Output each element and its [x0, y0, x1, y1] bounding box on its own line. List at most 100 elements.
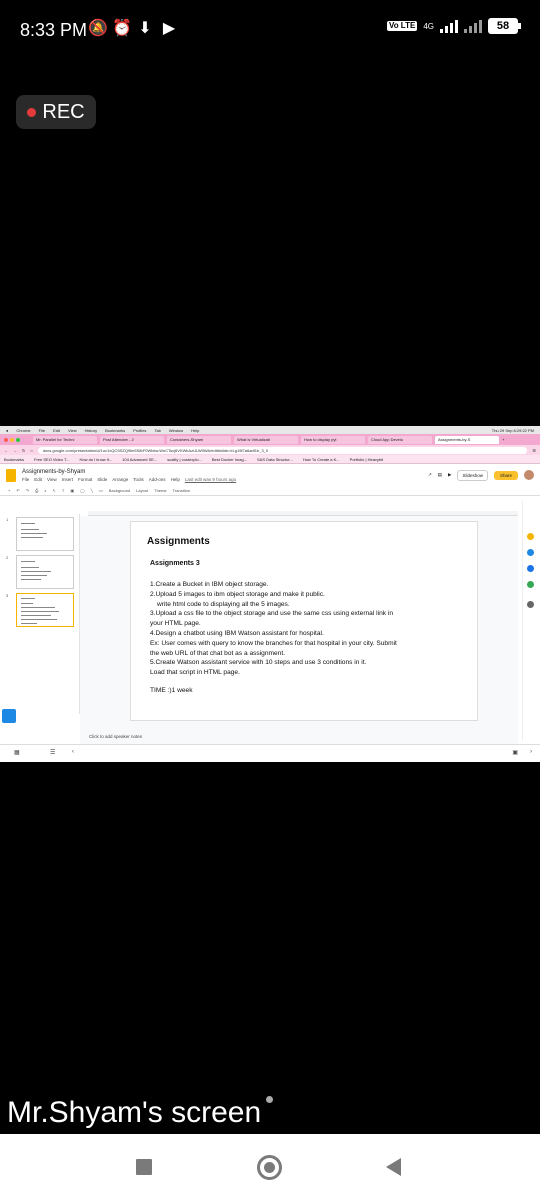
- current-slide[interactable]: Assignments Assignments 3 1.Create a Buc…: [130, 521, 478, 721]
- back-button-icon[interactable]: [386, 1158, 401, 1176]
- body-line: 1.Create a Bucket in IBM object storage.: [150, 581, 269, 588]
- home-button-icon[interactable]: [257, 1155, 282, 1180]
- mac-menu-1[interactable]: File: [39, 428, 45, 433]
- speaker-notes[interactable]: Click to add speaker notes: [89, 734, 142, 739]
- zoom-icon[interactable]: ⌕: [44, 488, 46, 493]
- comments-icon[interactable]: ▤: [438, 472, 442, 478]
- slide-thumbnail[interactable]: [16, 517, 74, 551]
- mac-menu-2[interactable]: Edit: [53, 428, 60, 433]
- menu-tools[interactable]: Tools: [133, 477, 144, 482]
- browser-tab[interactable]: How to display pyt: [301, 435, 365, 444]
- expand-panel-icon[interactable]: ›: [530, 749, 532, 755]
- collapse-icon[interactable]: ‹: [72, 749, 74, 755]
- menu-arrange[interactable]: Arrange: [112, 477, 128, 482]
- recording-badge: REC: [16, 95, 96, 129]
- menu-file[interactable]: File: [22, 477, 29, 482]
- bookmark-item[interactable]: Portfolio | Heavybit: [350, 457, 384, 462]
- bookmark-item[interactable]: How do I know if...: [79, 457, 112, 462]
- mac-menu-7[interactable]: Tab: [154, 428, 160, 433]
- slide-thumbnail-selected[interactable]: [16, 593, 74, 627]
- browser-tab[interactable]: Mr. Parallel for Techni: [33, 435, 97, 444]
- redo-icon[interactable]: ↷: [26, 488, 29, 493]
- mac-menu-4[interactable]: History: [85, 428, 97, 433]
- maximize-window-icon[interactable]: [16, 437, 20, 442]
- add-addon-icon[interactable]: [527, 601, 534, 608]
- menu-slide[interactable]: Slide: [97, 477, 107, 482]
- menu-edit[interactable]: Edit: [34, 477, 42, 482]
- undo-icon[interactable]: ↶: [16, 488, 19, 493]
- mac-menu-0[interactable]: Chrome: [16, 428, 30, 433]
- browser-tab[interactable]: Post Attendee - 2: [100, 435, 164, 444]
- bookmark-item[interactable]: SAS Data Structur...: [257, 457, 293, 462]
- transition-button[interactable]: Transition: [173, 488, 190, 493]
- mac-menu-6[interactable]: Profiles: [133, 428, 146, 433]
- share-button[interactable]: Share: [493, 470, 518, 480]
- last-edit-link[interactable]: Last edit was 9 hours ago: [185, 477, 236, 482]
- bookmark-item[interactable]: Bookmarks: [4, 457, 24, 462]
- browser-tab-active[interactable]: Assignments-by-S: [435, 435, 499, 444]
- mac-menu-3[interactable]: View: [68, 428, 77, 433]
- print-icon[interactable]: ⎙: [35, 488, 38, 493]
- mac-menu-5[interactable]: Bookmarks: [105, 428, 125, 433]
- maps-icon[interactable]: [527, 581, 534, 588]
- bookmark-item[interactable]: Best Docker Imag...: [212, 457, 247, 462]
- avatar[interactable]: [524, 470, 534, 480]
- alarm-icon: ⏰: [112, 20, 132, 37]
- select-icon[interactable]: ↖: [53, 488, 56, 493]
- keep-icon[interactable]: [527, 533, 534, 540]
- menu-insert[interactable]: Insert: [62, 477, 73, 482]
- back-icon[interactable]: ←: [4, 448, 8, 453]
- mac-menu-9[interactable]: Help: [191, 428, 199, 433]
- theme-button[interactable]: Theme: [154, 488, 166, 493]
- clock: 8:33 PM: [20, 20, 88, 40]
- activity-icon[interactable]: ↗: [428, 472, 432, 478]
- menu-format[interactable]: Format: [78, 477, 92, 482]
- slide-subtitle[interactable]: Assignments 3: [150, 560, 200, 567]
- background-button[interactable]: Background: [109, 488, 130, 493]
- comment-icon[interactable]: ▭: [99, 488, 103, 493]
- url-input[interactable]: docs.google.com/presentation/d/1oc1xQO3S…: [37, 446, 528, 454]
- bookmark-item[interactable]: scality | costexplo...: [167, 457, 202, 462]
- bookmark-item[interactable]: 104 Advanced SE...: [122, 457, 157, 462]
- browser-tab[interactable]: Containers-Shyam: [167, 435, 231, 444]
- mac-menu-8[interactable]: Window: [169, 428, 183, 433]
- home-icon[interactable]: ⌂: [30, 448, 32, 453]
- reload-icon[interactable]: ↻: [22, 448, 25, 453]
- menu-help[interactable]: Help: [171, 477, 180, 482]
- slide-title[interactable]: Assignments: [147, 536, 210, 547]
- image-icon[interactable]: ▣: [70, 488, 74, 493]
- browser-tab[interactable]: What is Virtualizati: [234, 435, 298, 444]
- contacts-icon[interactable]: [527, 565, 534, 572]
- meet-icon[interactable]: ▶: [448, 472, 451, 478]
- recents-icon[interactable]: [136, 1159, 152, 1175]
- bookmark-item[interactable]: Free SEO Video T...: [34, 457, 69, 462]
- slides-header: Assignments-by-Shyam File Edit View Inse…: [0, 464, 540, 486]
- forward-icon[interactable]: →: [13, 448, 17, 453]
- explore-icon[interactable]: [2, 709, 16, 723]
- bookmark-item[interactable]: How To Create a K...: [303, 457, 340, 462]
- browser-tab[interactable]: Cloud App Develo: [368, 435, 432, 444]
- new-slide-icon[interactable]: +: [8, 488, 10, 493]
- slideshow-button[interactable]: Slideshow: [457, 469, 488, 481]
- line-icon[interactable]: ╲: [91, 488, 93, 493]
- textbox-icon[interactable]: T: [62, 488, 64, 493]
- close-window-icon[interactable]: [4, 437, 8, 442]
- explore-button-icon[interactable]: ▣: [512, 749, 518, 756]
- shape-icon[interactable]: ◯: [80, 488, 84, 493]
- layout-button[interactable]: Layout: [136, 488, 148, 493]
- body-line: 2.Upload 5 images to ibm object storage …: [150, 590, 325, 598]
- menu-addons[interactable]: Add-ons: [149, 477, 166, 482]
- extensions-icon[interactable]: ☰: [532, 448, 536, 453]
- doc-title[interactable]: Assignments-by-Shyam: [22, 469, 236, 475]
- slide-number: 1: [6, 517, 9, 522]
- menu-view[interactable]: View: [47, 477, 57, 482]
- tasks-icon[interactable]: [527, 549, 534, 556]
- new-tab-icon[interactable]: +: [502, 437, 504, 442]
- window-controls[interactable]: [4, 437, 20, 442]
- slide-thumbnail[interactable]: [16, 555, 74, 589]
- slides-logo-icon[interactable]: [6, 468, 16, 482]
- list-view-icon[interactable]: ☰: [50, 749, 55, 756]
- minimize-window-icon[interactable]: [10, 437, 14, 442]
- grid-view-icon[interactable]: ▦: [14, 749, 20, 756]
- slide-body[interactable]: 1.Create a Bucket in IBM object storage.…: [150, 580, 470, 678]
